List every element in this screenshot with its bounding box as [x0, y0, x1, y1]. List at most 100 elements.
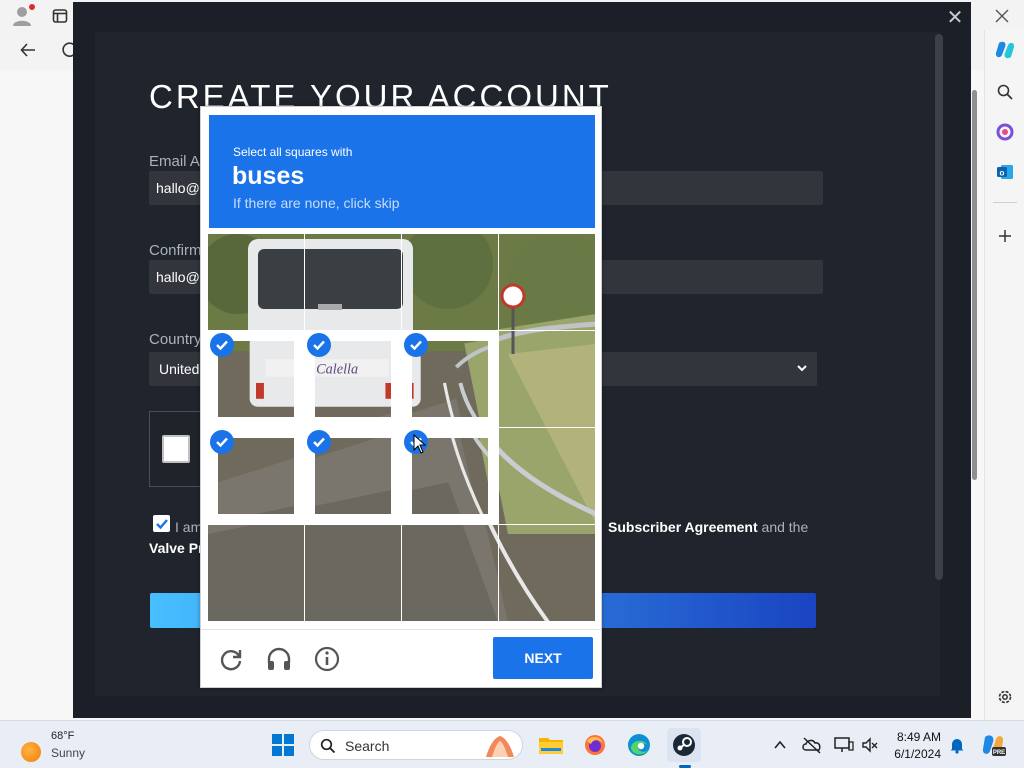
back-button[interactable] [14, 36, 42, 64]
captcha-tile[interactable] [305, 234, 401, 330]
close-icon [995, 9, 1009, 23]
bell-icon [950, 739, 964, 754]
country-label: Country [149, 331, 202, 348]
modal-scrollbar[interactable] [935, 34, 943, 580]
tray-copilot[interactable]: PRE [979, 731, 1007, 759]
captcha-tile-image [305, 234, 401, 330]
tray-onedrive[interactable] [800, 733, 824, 757]
captcha-tile[interactable] [208, 331, 304, 427]
captcha-tile[interactable] [499, 525, 595, 621]
tab-actions-button[interactable] [46, 2, 74, 30]
sidebar-divider [993, 202, 1017, 203]
captcha-info-button[interactable] [312, 644, 342, 674]
captcha-tile[interactable] [208, 525, 304, 621]
valve-privacy-link[interactable]: Valve Pr [149, 540, 204, 556]
clock-time[interactable]: 8:49 AM [896, 730, 941, 744]
headphones-icon [267, 647, 291, 670]
captcha-tile[interactable] [499, 331, 595, 427]
start-button[interactable] [266, 728, 300, 762]
tile-selected-check-icon [210, 333, 234, 357]
subscriber-agreement-link[interactable]: Subscriber Agreement [608, 519, 758, 535]
reload-icon [220, 650, 242, 671]
weather-description[interactable]: Sunny [51, 746, 85, 760]
tile-selected-check-icon [404, 333, 428, 357]
captcha-tile[interactable] [208, 428, 304, 524]
confirm-email-label: Confirm [149, 242, 202, 259]
taskbar-steam[interactable] [667, 728, 701, 762]
captcha-tile-image [499, 331, 595, 427]
taskbar-file-explorer[interactable] [534, 728, 568, 762]
edge-icon [628, 734, 650, 756]
agree-checkbox[interactable] [153, 515, 170, 532]
back-arrow-icon [20, 43, 35, 57]
info-icon [314, 646, 340, 672]
windows-logo-icon [272, 734, 294, 756]
captcha-tile[interactable] [499, 234, 595, 330]
cloud-offline-icon [802, 737, 821, 754]
captcha-tile[interactable] [402, 525, 498, 621]
captcha-header: Select all squares with buses If there a… [209, 115, 595, 228]
captcha-challenge: Select all squares with buses If there a… [200, 106, 602, 688]
captcha-tile[interactable] [305, 525, 401, 621]
captcha-tile[interactable] [208, 234, 304, 330]
taskbar: 68°F Sunny Search 8:49 AM 6/1/2024 PRE [0, 720, 1024, 768]
gear-icon [998, 690, 1012, 704]
captcha-audio-button[interactable] [264, 644, 294, 674]
captcha-keyword: buses [232, 162, 305, 190]
copilot-icon [995, 41, 1015, 59]
taskbar-edge[interactable] [622, 728, 656, 762]
captcha-tile[interactable] [305, 331, 401, 427]
browser-close-button[interactable] [988, 2, 1016, 30]
copilot-button[interactable] [991, 36, 1019, 64]
tile-selected-check-icon [210, 430, 234, 454]
weather-temperature[interactable]: 68°F [51, 730, 74, 742]
tray-volume[interactable] [858, 733, 882, 757]
captcha-tile-grid: Calella [208, 234, 596, 622]
display-icon [834, 737, 854, 752]
folder-icon [539, 738, 563, 754]
captcha-tile-image [208, 525, 304, 621]
agree-and-the: and the [761, 519, 809, 535]
captcha-next-button[interactable]: NEXT [493, 637, 593, 679]
tray-overflow-button[interactable] [768, 733, 792, 757]
plus-icon [999, 230, 1011, 242]
tray-display[interactable] [832, 733, 856, 757]
steam-modal-close-button[interactable]: ✕ [942, 6, 968, 29]
captcha-instruction: Select all squares with [233, 145, 353, 159]
page-scrollbar[interactable] [970, 80, 980, 720]
captcha-tile-image [499, 234, 595, 330]
page-scrollbar-thumb[interactable] [972, 90, 977, 480]
captcha-tile-image [208, 234, 304, 330]
chevron-down-icon [797, 365, 807, 372]
sidebar-office-button[interactable] [991, 118, 1019, 146]
mouse-cursor-icon [413, 434, 427, 454]
country-value: United [159, 361, 200, 377]
captcha-reload-button[interactable] [216, 644, 246, 674]
captcha-tile[interactable] [402, 234, 498, 330]
tray-notifications[interactable] [945, 733, 969, 757]
sidebar-add-button[interactable] [991, 222, 1019, 250]
taskbar-firefox[interactable] [578, 728, 612, 762]
captcha-tile[interactable] [402, 331, 498, 427]
sidebar-search-button[interactable] [991, 78, 1019, 106]
search-icon [320, 738, 336, 754]
office-icon [996, 123, 1014, 141]
tile-selected-check-icon [307, 430, 331, 454]
search-highlight-icon [486, 736, 514, 757]
recaptcha-checkbox[interactable] [162, 435, 190, 463]
captcha-footer-divider [201, 629, 601, 630]
taskbar-search-box[interactable]: Search [309, 730, 523, 760]
captcha-tile[interactable] [499, 428, 595, 524]
captcha-tile-image [305, 525, 401, 621]
tile-selected-check-icon [307, 333, 331, 357]
captcha-tile[interactable] [305, 428, 401, 524]
agree-text: I am [175, 519, 203, 535]
sidebar-settings-button[interactable] [991, 683, 1019, 711]
captcha-tile-image [402, 234, 498, 330]
edge-sidebar: o [984, 30, 1024, 720]
clock-date[interactable]: 6/1/2024 [885, 747, 941, 761]
agree-text-end: Subscriber Agreement and the [608, 519, 808, 535]
weather-sun-icon[interactable] [21, 742, 41, 762]
sidebar-outlook-button[interactable]: o [991, 158, 1019, 186]
captcha-tile-image [499, 525, 595, 621]
